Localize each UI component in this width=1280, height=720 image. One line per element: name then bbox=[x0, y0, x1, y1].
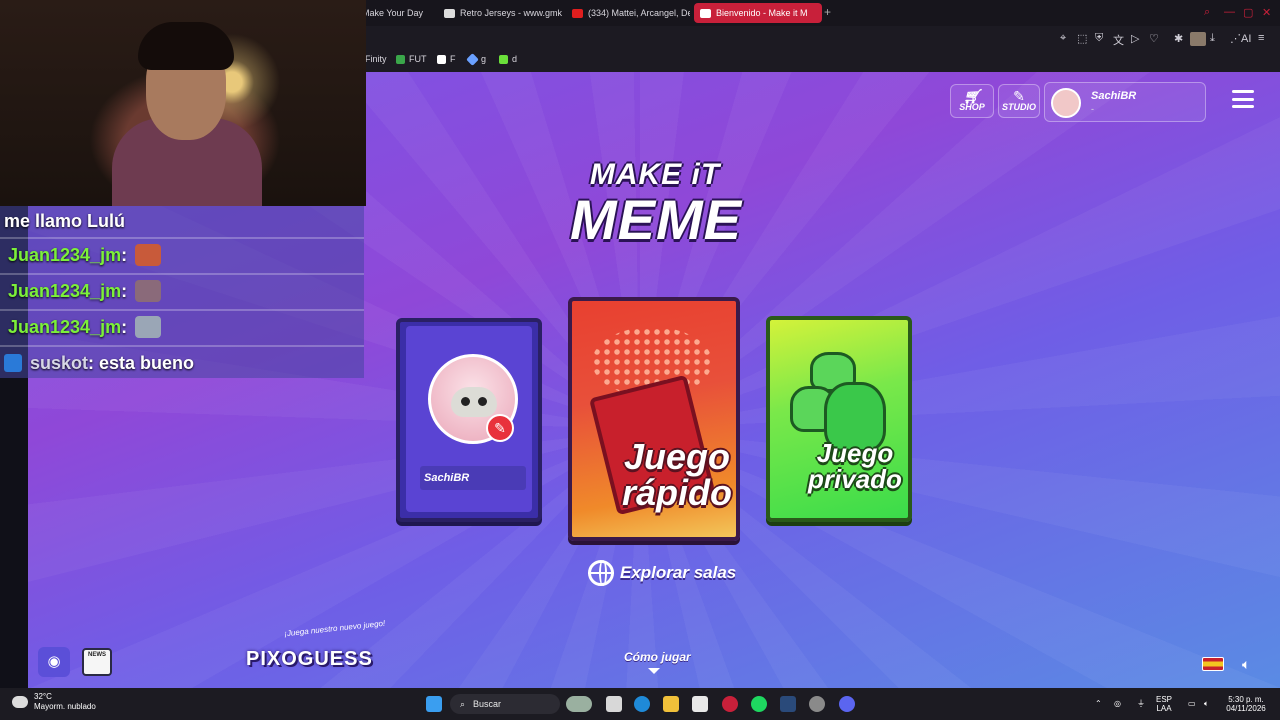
ai-button[interactable]: ⋰AI bbox=[1230, 32, 1251, 45]
hamburger-menu-icon[interactable] bbox=[1232, 90, 1254, 108]
taskbar-search[interactable]: ⌕ Buscar bbox=[450, 694, 560, 714]
menu-icon[interactable]: ≡ bbox=[1258, 32, 1264, 44]
username-sub: - bbox=[1091, 104, 1094, 114]
widgets-icon[interactable] bbox=[566, 696, 592, 712]
mim-icon bbox=[700, 8, 711, 18]
how-to-play-button[interactable]: Cómo jugar bbox=[624, 650, 691, 664]
cloud-icon bbox=[12, 696, 28, 708]
play-icon[interactable]: ▷ bbox=[1131, 32, 1139, 45]
edit-avatar-button[interactable]: ✎ bbox=[486, 414, 514, 442]
globe-icon bbox=[588, 560, 614, 586]
tab-youtube[interactable]: (334) Mattei, Arcangel, De bbox=[566, 3, 690, 23]
snapshot-icon[interactable]: ⬚ bbox=[1077, 32, 1087, 45]
name-field[interactable]: SachiBR bbox=[420, 466, 526, 490]
bookmark-fut[interactable]: FUT bbox=[396, 54, 427, 64]
chat-message: Juan1234_jm : bbox=[8, 312, 162, 342]
minimize-icon[interactable]: — bbox=[1224, 6, 1235, 18]
maximize-icon[interactable]: ▢ bbox=[1243, 6, 1253, 19]
bookmark-finity[interactable]: Finity bbox=[365, 54, 387, 64]
sound-icon[interactable]: 🔈︎ bbox=[1242, 656, 1250, 673]
steam-icon[interactable] bbox=[780, 696, 796, 712]
pixoguess-button[interactable]: PIXOGUESS bbox=[246, 646, 372, 672]
gemini-icon bbox=[466, 52, 479, 66]
chat-message: suskot : esta bueno bbox=[4, 348, 194, 378]
tab-make-it-meme[interactable]: Bienvenido - Make it M bbox=[694, 3, 822, 23]
spotify-icon[interactable] bbox=[751, 696, 767, 712]
close-icon[interactable]: ✕ bbox=[1262, 6, 1271, 19]
tab-retro-jerseys[interactable]: Retro Jerseys - www.gmk bbox=[438, 3, 562, 23]
profile-card[interactable]: ✎ SachiBR bbox=[396, 318, 542, 522]
chat-message: me llamo Lulú bbox=[4, 210, 126, 231]
news-button[interactable]: NEWS bbox=[82, 648, 112, 676]
chevron-down-icon bbox=[648, 668, 660, 674]
studio-icon: ✎ bbox=[1013, 88, 1025, 104]
language-flag-button[interactable] bbox=[1202, 657, 1224, 671]
cart-icon: 🛒︎ bbox=[963, 88, 981, 104]
fut-icon bbox=[396, 54, 405, 64]
quick-play-title: Juego rápido bbox=[621, 436, 732, 513]
chat-message: Juan1234_jm : bbox=[8, 276, 162, 306]
task-view-icon[interactable] bbox=[606, 696, 622, 712]
network-icon[interactable]: ▭ bbox=[1188, 699, 1196, 708]
private-game-button[interactable]: Juego privado bbox=[766, 316, 912, 522]
shop-button[interactable]: 🛒︎ SHOP bbox=[950, 84, 994, 118]
quick-play-button[interactable]: Juego rápido bbox=[568, 297, 740, 541]
bookmark-f[interactable]: F bbox=[437, 54, 456, 64]
opera-gx-icon[interactable] bbox=[722, 696, 738, 712]
avatar bbox=[1051, 88, 1081, 118]
translate-icon[interactable]: 文 bbox=[1113, 32, 1124, 48]
extensions-icon[interactable]: ✱ bbox=[1174, 32, 1183, 45]
weather-widget[interactable]: 32°C Mayorm. nublado bbox=[12, 692, 96, 712]
page-icon bbox=[437, 54, 446, 64]
make-it-meme-logo: MAKE iT MEME bbox=[570, 158, 742, 251]
user-profile-button[interactable]: SachiBR - bbox=[1044, 82, 1206, 122]
emote-icon bbox=[135, 316, 162, 338]
cat-avatar-icon bbox=[451, 387, 497, 417]
page-icon bbox=[444, 8, 455, 18]
shield-icon[interactable]: ⛨ bbox=[1095, 32, 1103, 45]
chat-message: Juan1234_jm : bbox=[8, 240, 162, 270]
microphone-icon[interactable]: ⏚ bbox=[1137, 699, 1145, 708]
badge-icon bbox=[4, 354, 22, 372]
tray-app-icon[interactable]: ◎ bbox=[1114, 699, 1121, 708]
profile-avatar[interactable] bbox=[1190, 32, 1206, 46]
settings-icon[interactable] bbox=[809, 696, 825, 712]
webcam-overlay bbox=[0, 0, 366, 206]
bookmark-d[interactable]: d bbox=[499, 54, 517, 64]
youtube-icon bbox=[572, 8, 583, 18]
download-icon[interactable]: ⤓ bbox=[1210, 32, 1215, 45]
language-indicator[interactable]: ESP LAA bbox=[1156, 695, 1172, 713]
discord-icon: ◉ bbox=[47, 653, 61, 670]
pin-icon[interactable]: ⌖ bbox=[1060, 32, 1066, 45]
volume-icon[interactable]: 🔈︎ bbox=[1204, 699, 1209, 708]
tab-make-your-day[interactable]: Make Your Day bbox=[356, 3, 434, 23]
discord-icon[interactable] bbox=[839, 696, 855, 712]
clock[interactable]: 5:30 p. m. 04/11/2026 bbox=[1222, 695, 1270, 713]
d-icon bbox=[499, 54, 508, 64]
discord-button[interactable]: ◉ bbox=[38, 647, 70, 677]
chat-overlay: me llamo Lulú Juan1234_jm : Juan1234_jm … bbox=[0, 206, 364, 378]
emote-icon bbox=[135, 280, 162, 302]
username: SachiBR bbox=[1091, 90, 1137, 102]
explore-rooms-button[interactable]: Explorar salas bbox=[588, 560, 736, 586]
edge-icon[interactable] bbox=[634, 696, 650, 712]
search-icon: ⌕ bbox=[460, 698, 466, 709]
windows-start-icon[interactable] bbox=[426, 696, 442, 712]
private-game-title: Juego privado bbox=[808, 438, 902, 494]
search-tabs-icon[interactable]: ⌕ bbox=[1204, 6, 1210, 19]
studio-button[interactable]: ✎ STUDIO bbox=[998, 84, 1040, 118]
new-tab-button[interactable]: + bbox=[824, 5, 831, 19]
bookmark-g[interactable]: g bbox=[466, 52, 486, 66]
heart-icon[interactable]: ♡ bbox=[1149, 32, 1159, 45]
emote-icon bbox=[135, 244, 162, 266]
file-explorer-icon[interactable] bbox=[663, 696, 679, 712]
chevron-up-icon[interactable]: ⌃ bbox=[1095, 699, 1102, 708]
store-icon[interactable] bbox=[692, 696, 708, 712]
